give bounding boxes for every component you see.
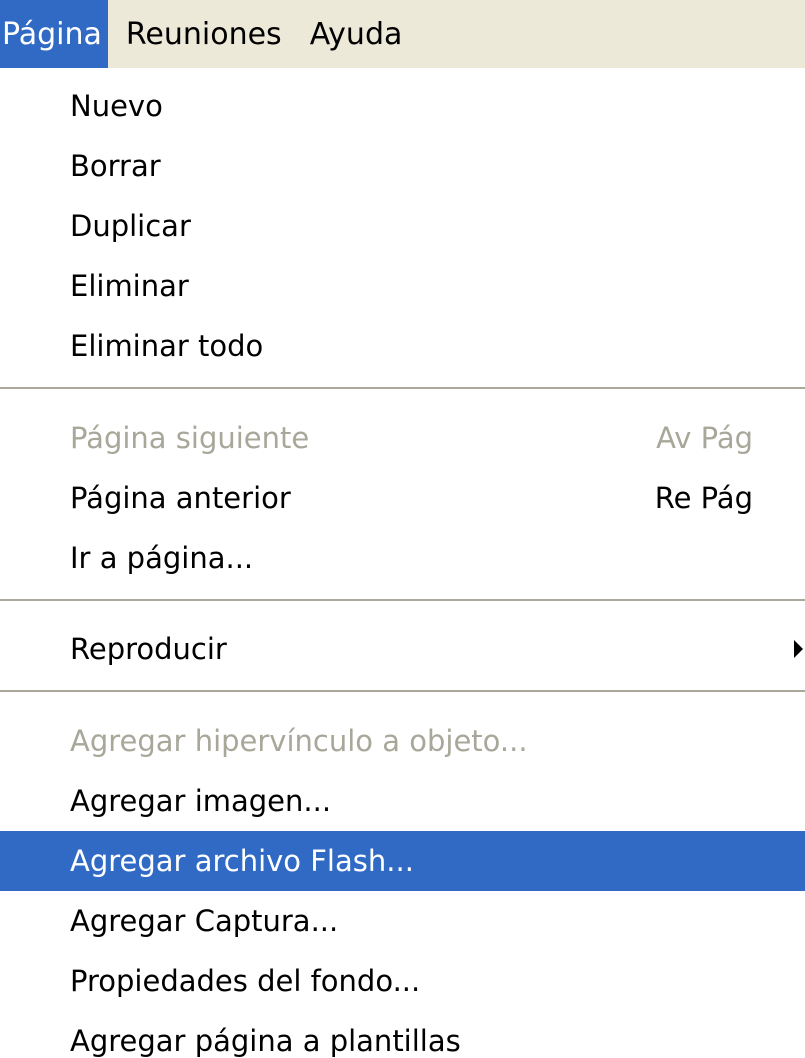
menu-item-label: Nuevo [70, 89, 163, 123]
menu-item-label: Página anterior [70, 481, 291, 515]
menu-bar: Página Reuniones Ayuda [0, 0, 805, 68]
menu-item-label: Agregar hipervínculo a objeto... [70, 724, 528, 758]
menu-item-agregar-pagina-a-plantillas[interactable]: Agregar página a plantillas [0, 1013, 805, 1058]
menu-item-label: Duplicar [70, 209, 191, 243]
menu-item-borrar[interactable]: Borrar [0, 138, 805, 194]
menu-item-eliminar[interactable]: Eliminar [0, 258, 805, 314]
menu-item-reproducir[interactable]: Reproducir [0, 621, 805, 677]
menu-separator [0, 690, 805, 692]
menu-separator [0, 599, 805, 601]
menu-item-agregar-archivo-flash[interactable]: Agregar archivo Flash... [0, 831, 805, 891]
menu-item-label: Eliminar todo [70, 329, 264, 363]
menu-reuniones[interactable]: Reuniones [126, 0, 282, 68]
menu-ayuda[interactable]: Ayuda [310, 0, 403, 68]
menu-item-propiedades-del-fondo[interactable]: Propiedades del fondo... [0, 953, 805, 1009]
menu-item-ir-a-pagina[interactable]: Ir a página... [0, 530, 805, 586]
menu-item-label: Ir a página... [70, 541, 254, 575]
menu-item-nuevo[interactable]: Nuevo [0, 78, 805, 134]
menu-item-label: Reproducir [70, 632, 227, 666]
submenu-arrow-icon [794, 640, 803, 658]
shortcut-label: Re Pág [654, 481, 753, 515]
menu-item-pagina-anterior[interactable]: Página anterior Re Pág [0, 470, 805, 526]
menu-item-agregar-imagen[interactable]: Agregar imagen... [0, 773, 805, 829]
menu-item-label: Agregar imagen... [70, 784, 332, 818]
menu-item-duplicar[interactable]: Duplicar [0, 198, 805, 254]
menu-item-agregar-captura[interactable]: Agregar Captura... [0, 893, 805, 949]
menu-item-eliminar-todo[interactable]: Eliminar todo [0, 318, 805, 374]
menu-item-agregar-hipervinculo: Agregar hipervínculo a objeto... [0, 713, 805, 769]
menu-item-label: Agregar Captura... [70, 904, 339, 938]
menu-item-label: Eliminar [70, 269, 189, 303]
menu-separator [0, 387, 805, 389]
menu-item-label: Borrar [70, 149, 161, 183]
pagina-dropdown-menu: Nuevo Borrar Duplicar Eliminar Eliminar … [0, 68, 805, 1058]
shortcut-label: Av Pág [656, 421, 753, 455]
menu-item-label: Propiedades del fondo... [70, 964, 421, 998]
menu-pagina[interactable]: Página [0, 0, 108, 68]
menu-item-pagina-siguiente: Página siguiente Av Pág [0, 410, 805, 466]
menu-item-label: Agregar archivo Flash... [70, 844, 414, 878]
menu-item-label: Agregar página a plantillas [70, 1024, 461, 1058]
menu-item-label: Página siguiente [70, 421, 310, 455]
